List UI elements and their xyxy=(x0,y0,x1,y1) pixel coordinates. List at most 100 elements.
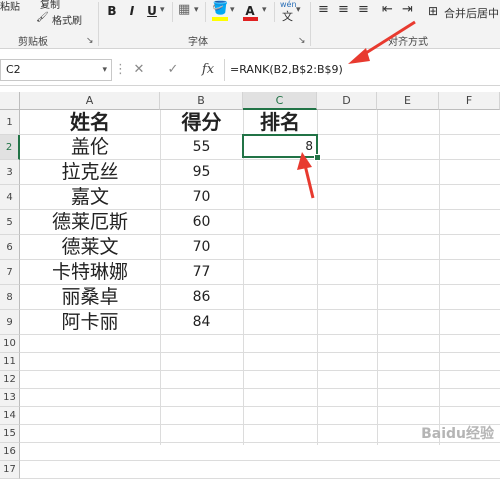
name-cell[interactable]: 阿卡丽 xyxy=(20,310,160,335)
fill-color-bar xyxy=(212,17,228,21)
column-header-f[interactable]: F xyxy=(439,92,500,110)
header-cell-name[interactable]: 姓名 xyxy=(20,110,160,135)
format-painter-button[interactable]: 格式刷 xyxy=(52,12,82,27)
header-cell-score[interactable]: 得分 xyxy=(160,110,243,135)
name-cell[interactable]: 德莱厄斯 xyxy=(20,210,160,235)
fill-color-icon[interactable]: 🪣 xyxy=(212,1,228,16)
formula-bar-grip-icon: ⋮ xyxy=(114,62,127,77)
name-box-dropdown-icon[interactable]: ▾ xyxy=(102,60,107,80)
gridline xyxy=(20,370,500,371)
score-cell[interactable]: 70 xyxy=(160,185,243,210)
gridline xyxy=(377,110,378,445)
row-header-16[interactable]: 16 xyxy=(0,443,20,461)
watermark: Baidu经验 xyxy=(421,426,494,442)
phonetic-text-icon[interactable]: 文 xyxy=(282,8,293,24)
cancel-icon[interactable]: ✕ xyxy=(130,59,148,81)
align-center-icon[interactable]: ≡ xyxy=(338,2,349,17)
phonetic-dropdown-icon[interactable]: ▾ xyxy=(296,5,301,15)
row-header-13[interactable]: 13 xyxy=(0,389,20,407)
divider xyxy=(172,2,173,22)
formula-divider xyxy=(224,59,225,81)
row-header-7[interactable]: 7 xyxy=(0,260,20,285)
row-header-4[interactable]: 4 xyxy=(0,185,20,210)
row-header-14[interactable]: 14 xyxy=(0,407,20,425)
gridline xyxy=(20,352,500,353)
border-icon[interactable]: ▦ xyxy=(178,2,190,17)
enter-icon[interactable]: ✓ xyxy=(164,59,182,81)
row-header-8[interactable]: 8 xyxy=(0,285,20,310)
divider xyxy=(205,2,206,22)
fill-handle[interactable] xyxy=(314,154,321,161)
gridline xyxy=(20,388,500,389)
column-header-b[interactable]: B xyxy=(160,92,243,110)
clipboard-launcher-icon[interactable]: ↘ xyxy=(86,36,94,46)
font-color-dropdown-icon[interactable]: ▾ xyxy=(262,5,267,15)
row-header-1[interactable]: 1 xyxy=(0,110,20,135)
divider xyxy=(274,2,275,22)
merge-icon: ⊞ xyxy=(428,4,439,18)
name-cell[interactable]: 拉克丝 xyxy=(20,160,160,185)
format-painter-icon[interactable]: 🖌 xyxy=(36,12,49,23)
merge-center-button[interactable]: ⊞ 合并后居中 xyxy=(428,2,500,22)
column-header-d[interactable]: D xyxy=(317,92,377,110)
border-dropdown-icon[interactable]: ▾ xyxy=(194,5,199,15)
name-cell[interactable]: 德莱文 xyxy=(20,235,160,260)
column-header-c[interactable]: C xyxy=(243,92,317,110)
score-cell[interactable]: 77 xyxy=(160,260,243,285)
row-header-12[interactable]: 12 xyxy=(0,371,20,389)
name-box-value: C2 xyxy=(6,63,21,76)
row-header-15[interactable]: 15 xyxy=(0,425,20,443)
name-cell[interactable]: 嘉文 xyxy=(20,185,160,210)
align-group-label: 对齐方式 xyxy=(388,37,428,48)
score-cell[interactable]: 70 xyxy=(160,235,243,260)
spreadsheet-grid: A B C D E F 1 2 3 4 5 6 7 8 9 10 11 12 13 14 15 16 17 姓名… xyxy=(0,92,500,479)
group-divider xyxy=(98,2,99,46)
ribbon: 粘贴 复制 🖌 格式刷 剪贴板 ↘ B I U ▾ ▦ ▾ 🪣 ▾ A ▾ wé… xyxy=(0,0,500,49)
fill-dropdown-icon[interactable]: ▾ xyxy=(230,5,235,15)
insert-function-icon[interactable]: fx xyxy=(198,59,218,81)
underline-button[interactable]: U xyxy=(144,3,160,19)
score-cell[interactable]: 60 xyxy=(160,210,243,235)
column-header-a[interactable]: A xyxy=(20,92,160,110)
increase-indent-icon[interactable]: ⇥ xyxy=(402,2,413,17)
column-header-e[interactable]: E xyxy=(377,92,439,110)
row-header-5[interactable]: 5 xyxy=(0,210,20,235)
clipboard-group-label: 剪贴板 xyxy=(18,37,48,48)
underline-dropdown-icon[interactable]: ▾ xyxy=(160,5,165,15)
font-group-label: 字体 xyxy=(188,37,208,48)
row-header-2[interactable]: 2 xyxy=(0,135,20,160)
decrease-indent-icon[interactable]: ⇤ xyxy=(382,2,393,17)
header-cell-rank[interactable]: 排名 xyxy=(243,110,317,135)
italic-button[interactable]: I xyxy=(124,3,140,19)
score-cell[interactable]: 86 xyxy=(160,285,243,310)
row-header-17[interactable]: 17 xyxy=(0,461,20,479)
bold-button[interactable]: B xyxy=(104,3,120,19)
score-cell[interactable]: 95 xyxy=(160,160,243,185)
name-cell[interactable]: 丽桑卓 xyxy=(20,285,160,310)
gridline xyxy=(243,110,244,445)
row-header-6[interactable]: 6 xyxy=(0,235,20,260)
font-color-bar xyxy=(243,17,258,21)
align-left-icon[interactable]: ≡ xyxy=(318,2,329,17)
name-cell[interactable]: 盖伦 xyxy=(20,135,160,160)
active-cell-c2[interactable]: 8 xyxy=(242,134,318,158)
gridline xyxy=(439,110,440,445)
group-divider xyxy=(310,2,311,46)
gridline xyxy=(20,460,500,461)
row-header-10[interactable]: 10 xyxy=(0,335,20,353)
paste-button[interactable]: 粘贴 xyxy=(0,0,20,13)
row-header-3[interactable]: 3 xyxy=(0,160,20,185)
row-header-11[interactable]: 11 xyxy=(0,353,20,371)
formula-bar: C2 ▾ ⋮ ✕ ✓ fx =RANK(B2,B$2:B$9) xyxy=(0,55,500,86)
select-all-button[interactable] xyxy=(0,92,20,110)
gridline xyxy=(20,406,500,407)
row-header-9[interactable]: 9 xyxy=(0,310,20,335)
copy-button[interactable]: 复制 xyxy=(40,0,60,11)
font-launcher-icon[interactable]: ↘ xyxy=(298,36,306,46)
name-cell[interactable]: 卡特琳娜 xyxy=(20,260,160,285)
align-right-icon[interactable]: ≡ xyxy=(358,2,369,17)
name-box[interactable]: C2 ▾ xyxy=(0,59,112,81)
formula-input[interactable]: =RANK(B2,B$2:B$9) xyxy=(230,59,500,81)
score-cell[interactable]: 84 xyxy=(160,310,243,335)
score-cell[interactable]: 55 xyxy=(160,135,243,160)
